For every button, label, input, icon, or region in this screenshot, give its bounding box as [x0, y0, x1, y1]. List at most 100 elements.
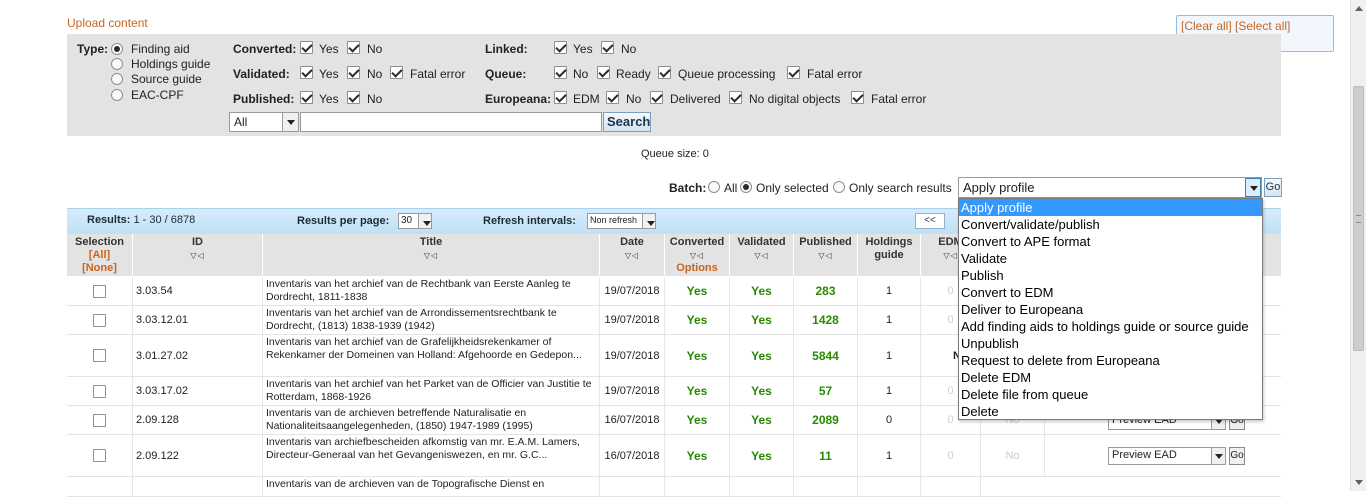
converted-yes-checkbox[interactable]	[300, 41, 313, 54]
refresh-select[interactable]: Non refresh	[587, 213, 656, 229]
linked-yes-checkbox[interactable]	[554, 41, 567, 54]
sort-icon[interactable]: ▽◁	[600, 249, 664, 262]
row-validated: Yes	[730, 406, 794, 434]
row-converted: Yes	[665, 306, 730, 334]
batch-action-option[interactable]: Apply profile	[959, 199, 1262, 216]
options-link[interactable]: Options	[665, 262, 729, 275]
validated-yes-checkbox[interactable]	[300, 66, 313, 79]
row-title[interactable]: Inventaris van de archieven betreffende …	[263, 406, 600, 434]
row-select-checkbox[interactable]	[93, 413, 106, 427]
per-page-select[interactable]: 30	[398, 213, 432, 229]
type-radio-holdings-guide[interactable]	[111, 58, 123, 70]
batch-action-option[interactable]: Convert to APE format	[959, 233, 1262, 250]
row-validated: Yes	[730, 377, 794, 405]
batch-action-option[interactable]: Add finding aids to holdings guide or so…	[959, 318, 1262, 335]
batch-action-option[interactable]: Delete file from queue	[959, 386, 1262, 403]
row-select-checkbox[interactable]	[93, 284, 106, 298]
chevron-down-icon	[1245, 178, 1261, 197]
row-action-select[interactable]: Preview EAD	[1108, 447, 1226, 465]
row-title[interactable]: Inventaris van het archief van het Parke…	[263, 377, 600, 405]
batch-action-option[interactable]: Validate	[959, 250, 1262, 267]
select-all-rows-link[interactable]: [All]	[67, 249, 132, 262]
sort-icon[interactable]: ▽◁	[730, 249, 793, 262]
row-title[interactable]: Inventaris van archiefbescheiden afkomst…	[263, 435, 600, 476]
europeana-no-digital-objects-checkbox[interactable]	[729, 91, 742, 104]
queue-processing-checkbox[interactable]	[658, 66, 671, 79]
prev-page-button[interactable]: <<	[915, 213, 945, 229]
row-converted	[665, 477, 730, 496]
europeana-delivered-checkbox[interactable]	[650, 91, 663, 104]
row-select-checkbox[interactable]	[93, 449, 106, 462]
row-title[interactable]: Inventaris van de archieven van de Topog…	[263, 477, 600, 496]
col-holdings-guide: Holdings guide	[858, 234, 921, 276]
search-button[interactable]: Search	[603, 112, 651, 132]
type-radio-eac-cpf[interactable]	[111, 89, 123, 101]
europeana-edm-checkbox[interactable]	[554, 91, 567, 104]
europeana-no-checkbox[interactable]	[606, 91, 619, 104]
col-validated[interactable]: Validated ▽◁	[730, 234, 794, 276]
linked-no-checkbox[interactable]	[601, 41, 614, 54]
row-published: 283	[794, 277, 858, 305]
row-go-button[interactable]: Go	[1229, 447, 1245, 465]
published-no-checkbox[interactable]	[347, 91, 360, 104]
col-title[interactable]: Title ▽◁	[263, 234, 600, 276]
batch-radio-only-search-results[interactable]	[833, 181, 845, 193]
batch-radio-all[interactable]	[708, 181, 720, 193]
queue-ready-checkbox[interactable]	[597, 66, 610, 79]
row-title[interactable]: Inventaris van het archief van de Grafel…	[263, 335, 600, 376]
row-holdings: 1	[858, 335, 921, 376]
page-scrollbar[interactable]	[1350, 0, 1366, 491]
results-value: 1 - 30 / 6878	[133, 214, 196, 226]
col-id[interactable]: ID ▽◁	[133, 234, 263, 276]
col-published[interactable]: Published ▽◁	[794, 234, 858, 276]
scroll-down-icon[interactable]	[1351, 475, 1366, 491]
batch-action-select[interactable]: Apply profile	[958, 177, 1262, 198]
search-input[interactable]	[300, 112, 602, 132]
select-none-rows-link[interactable]: [None]	[67, 262, 132, 275]
validated-no-checkbox[interactable]	[347, 66, 360, 79]
row-title[interactable]: Inventaris van het archief van de Rechtb…	[263, 277, 600, 305]
sort-icon[interactable]: ▽◁	[794, 249, 857, 262]
batch-action-option[interactable]: Unpublish	[959, 335, 1262, 352]
search-scope-select[interactable]: All	[229, 112, 299, 132]
scroll-thumb[interactable]	[1353, 86, 1364, 351]
sort-icon[interactable]: ▽◁	[263, 249, 599, 262]
row-published: 1428	[794, 306, 858, 334]
queue-no-checkbox[interactable]	[554, 66, 567, 79]
batch-action-option[interactable]: Delete EDM	[959, 369, 1262, 386]
row-published: 11	[794, 435, 858, 476]
batch-action-option[interactable]: Convert/validate/publish	[959, 216, 1262, 233]
batch-action-option[interactable]: Request to delete from Europeana	[959, 352, 1262, 369]
search-scope-value: All	[234, 115, 248, 129]
batch-action-option[interactable]: Publish	[959, 267, 1262, 284]
col-date[interactable]: Date ▽◁	[600, 234, 665, 276]
batch-radio-only-selected[interactable]	[740, 181, 752, 193]
batch-action-option[interactable]: Deliver to Europeana	[959, 301, 1262, 318]
col-converted[interactable]: Converted ▽◁ Options	[665, 234, 730, 276]
queue-fatal-error-checkbox[interactable]	[787, 66, 800, 79]
sort-icon[interactable]: ▽◁	[133, 249, 262, 262]
row-title[interactable]: Inventaris van het archief van de Arrond…	[263, 306, 600, 334]
validated-fatal-error-checkbox[interactable]	[390, 66, 403, 79]
row-date: 19/07/2018	[600, 277, 665, 305]
col-selection-title: Selection	[75, 236, 124, 248]
scroll-up-icon[interactable]	[1351, 0, 1366, 16]
col-id-title: ID	[192, 236, 203, 248]
chevron-down-icon	[282, 113, 298, 131]
row-edm	[921, 477, 981, 496]
batch-action-option[interactable]: Delete	[959, 403, 1262, 420]
converted-no-checkbox[interactable]	[347, 41, 360, 54]
row-select-checkbox[interactable]	[93, 313, 106, 327]
select-all-link[interactable]: [Select all]	[1235, 19, 1290, 33]
europeana-fatal-error-checkbox[interactable]	[851, 91, 864, 104]
row-select-checkbox[interactable]	[93, 384, 106, 398]
sort-icon[interactable]: ▽◁	[665, 249, 729, 262]
batch-go-button[interactable]: Go	[1264, 178, 1282, 197]
published-yes-checkbox[interactable]	[300, 91, 313, 104]
row-select-checkbox[interactable]	[93, 349, 106, 362]
type-radio-source-guide[interactable]	[111, 73, 123, 85]
batch-action-option[interactable]: Convert to EDM	[959, 284, 1262, 301]
clear-all-link[interactable]: [Clear all]	[1181, 19, 1232, 33]
per-page-value: 30	[401, 215, 413, 226]
type-radio-finding-aid[interactable]	[111, 43, 123, 55]
